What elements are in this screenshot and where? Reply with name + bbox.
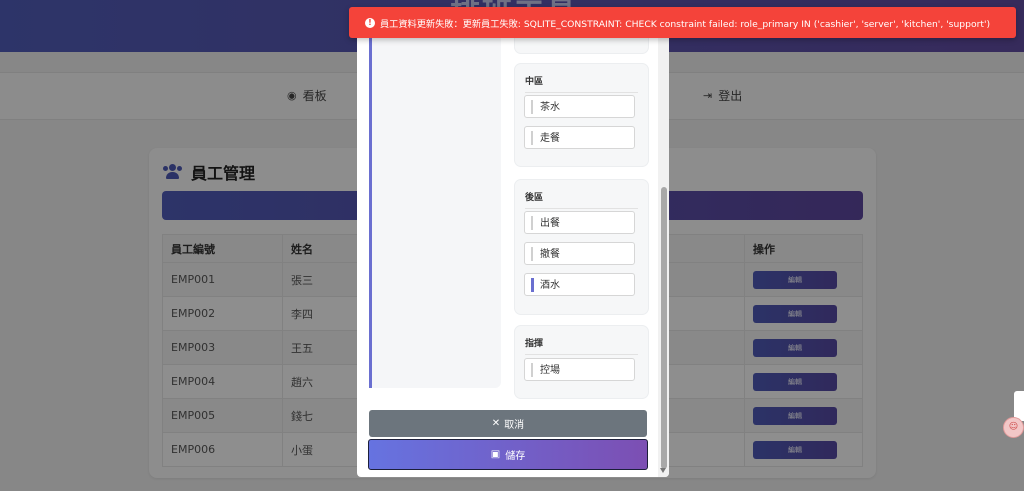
column-accent-bar <box>369 20 372 388</box>
scroll-down-arrow-icon[interactable] <box>660 468 666 473</box>
zone-title: 中區 <box>525 74 638 93</box>
edit-employee-modal: 中區 茶水 走餐 後區 出餐 撤餐 酒水 指揮 控場 ✕ 取消 ▣ 儲存 <box>357 20 669 477</box>
zone-command: 指揮 控場 <box>514 325 649 399</box>
role-item[interactable]: 茶水 <box>524 95 635 118</box>
zone-back: 後區 出餐 撤餐 酒水 <box>514 179 649 315</box>
assistant-avatar-icon[interactable]: ☺ <box>1003 417 1024 438</box>
role-item[interactable]: 出餐 <box>524 211 635 234</box>
error-toast: ! 員工資料更新失敗：更新員工失敗: SQLITE_CONSTRAINT: CH… <box>349 7 1016 38</box>
cancel-label: 取消 <box>504 420 525 431</box>
cancel-button[interactable]: ✕ 取消 <box>369 410 647 437</box>
toast-message: 員工資料更新失敗：更新員工失敗: SQLITE_CONSTRAINT: CHEC… <box>380 18 991 30</box>
role-column-left <box>369 20 501 388</box>
floppy-disk-icon: ▣ <box>490 449 501 460</box>
zone-middle: 中區 茶水 走餐 <box>514 63 649 167</box>
save-label: 儲存 <box>505 451 526 462</box>
role-item-active[interactable]: 酒水 <box>524 273 635 296</box>
role-item[interactable]: 撤餐 <box>524 242 635 265</box>
save-button[interactable]: ▣ 儲存 <box>368 439 648 470</box>
role-item[interactable]: 控場 <box>524 358 635 381</box>
modal-scrollbar[interactable] <box>658 20 669 477</box>
close-icon: ✕ <box>491 418 501 429</box>
scrollbar-thumb[interactable] <box>661 187 667 469</box>
zone-title: 指揮 <box>525 336 638 355</box>
alert-circle-icon: ! <box>365 17 375 28</box>
zone-title: 後區 <box>525 190 638 209</box>
role-item[interactable]: 走餐 <box>524 126 635 149</box>
